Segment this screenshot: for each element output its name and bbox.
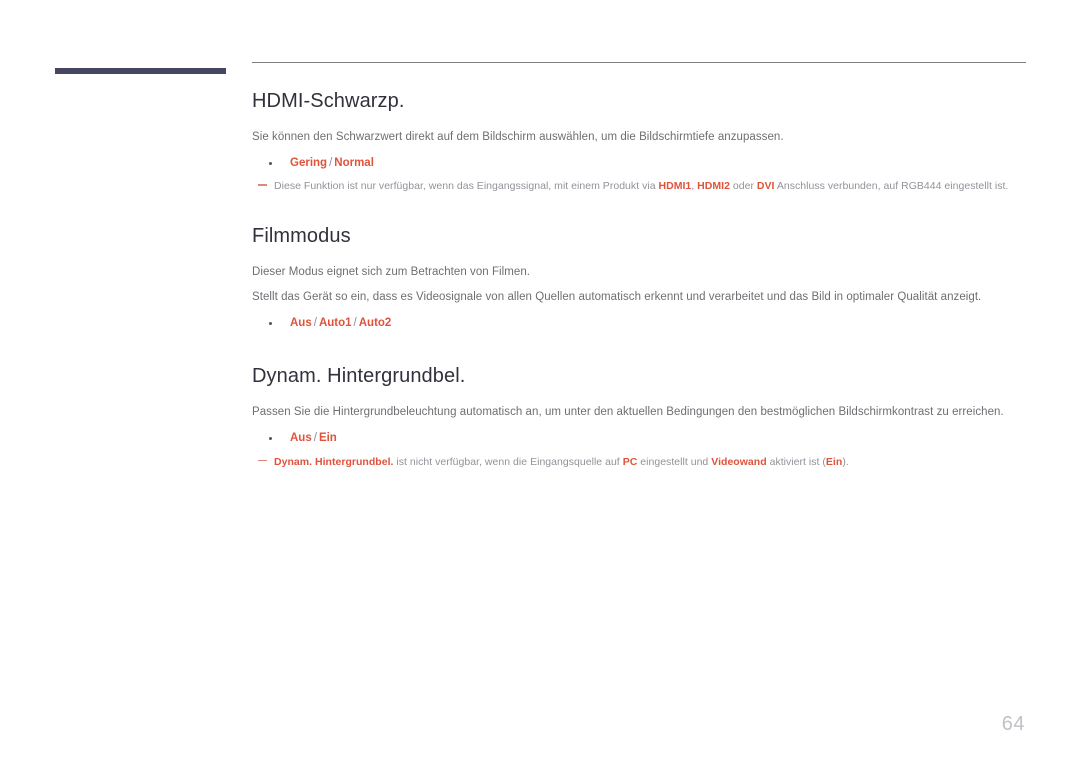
option-value[interactable]: Gering	[290, 157, 327, 169]
section-title: HDMI-Schwarzp.	[252, 90, 405, 112]
document-page: HDMI-Schwarzp. Sie können den Schwarzwer…	[0, 0, 1080, 763]
list-item: Gering / Normal	[252, 154, 1026, 172]
section-title: Filmmodus	[252, 225, 351, 248]
chapter-indicator-bar	[55, 68, 226, 74]
list-item: Aus / Auto1/Auto2	[252, 314, 1026, 332]
note-text: Anschluss verbunden, auf RGB444 eingeste…	[774, 180, 1009, 193]
option-value[interactable]: Aus	[290, 317, 312, 329]
note-text: ist nicht verfügbar, wenn die Eingangsqu…	[393, 455, 623, 468]
note-text: ).	[842, 455, 849, 468]
page-content: HDMI-Schwarzp. Sie können den Schwarzwer…	[252, 62, 1026, 490]
note-highlight: DVI	[756, 180, 775, 193]
section-paragraph: Sie können den Schwarzwert direkt auf de…	[252, 131, 784, 143]
option-value[interactable]: Ein	[319, 432, 337, 444]
note-highlight: Ein	[825, 455, 843, 468]
section-note: Dynam. Hintergrundbel. ist nicht verfügb…	[252, 454, 1026, 470]
option-value[interactable]: Aus	[290, 432, 312, 444]
section-paragraph: Dieser Modus eignet sich zum Betrachten …	[252, 266, 531, 279]
note-text: aktiviert ist (	[766, 455, 826, 468]
header-divider	[252, 62, 1026, 63]
options-list: Aus / Auto1/Auto2	[252, 314, 1026, 332]
section-note: Diese Funktion ist nur verfügbar, wenn d…	[252, 178, 1026, 194]
note-text: oder	[729, 180, 757, 193]
list-item: Aus / Ein	[252, 429, 1026, 447]
option-value[interactable]: Normal	[334, 157, 374, 169]
note-highlight: HDMI1	[658, 180, 692, 193]
option-value[interactable]: Auto2	[359, 317, 392, 329]
note-text: eingestellt und	[637, 455, 712, 468]
page-number: 64	[1001, 713, 1025, 735]
note-text: Diese Funktion ist nur verfügbar, wenn d…	[274, 180, 659, 193]
options-list: Gering / Normal	[252, 154, 1026, 172]
option-separator: /	[313, 432, 317, 445]
section-paragraph: Passen Sie die Hintergrundbeleuchtung au…	[252, 406, 1004, 419]
section-paragraph: Stellt das Gerät so ein, dass es Videosi…	[252, 291, 982, 304]
note-highlight: HDMI2	[697, 180, 730, 193]
option-separator: /	[353, 317, 357, 330]
section-title: Dynam. Hintergrundbel.	[252, 365, 466, 388]
note-highlight: Dynam. Hintergrundbel.	[274, 455, 394, 468]
note-highlight: Videowand	[711, 455, 767, 468]
section-dynam-hintergrundbel: Dynam. Hintergrundbel. Passen Sie die Hi…	[252, 364, 1026, 469]
note-highlight: PC	[622, 455, 638, 468]
option-separator: /	[313, 317, 317, 330]
options-list: Aus / Ein	[252, 429, 1026, 447]
section-hdmi-schwarzp: HDMI-Schwarzp. Sie können den Schwarzwer…	[252, 89, 1026, 194]
section-filmmodus: Filmmodus Dieser Modus eignet sich zum B…	[252, 224, 1026, 332]
option-value[interactable]: Auto1	[319, 317, 352, 329]
